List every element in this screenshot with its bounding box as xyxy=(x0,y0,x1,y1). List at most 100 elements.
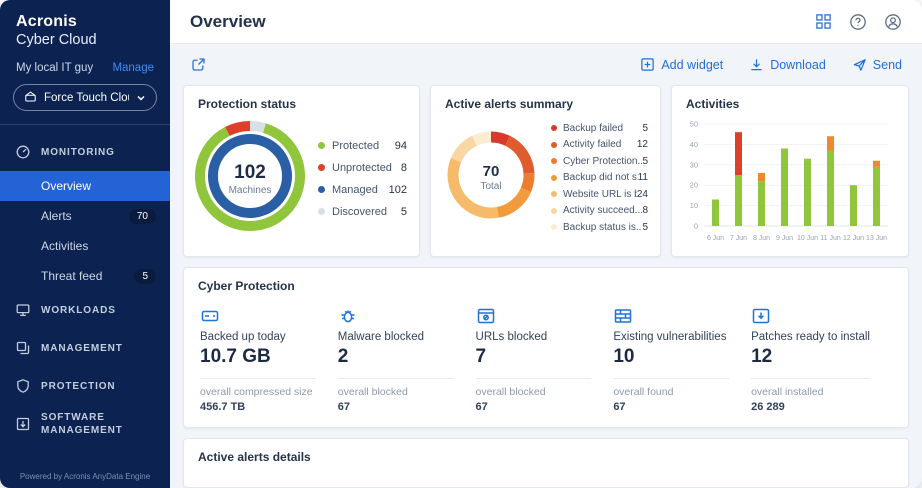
tenant-selector[interactable]: Force Touch Cloud xyxy=(13,84,157,111)
legend-item: Unprotected 8 xyxy=(318,157,407,179)
sidebar-item-threat-feed[interactable]: Threat feed 5 xyxy=(0,261,170,291)
sidebar-item-alerts[interactable]: Alerts 70 xyxy=(0,201,170,231)
legend-dot xyxy=(551,174,557,181)
sidebar-item-protection[interactable]: PROTECTION xyxy=(0,367,170,405)
active-alerts-details-widget: Active alerts details xyxy=(183,438,909,488)
legend-item: Backup did not s... 11 xyxy=(551,170,648,187)
apps-grid-icon[interactable] xyxy=(815,13,832,30)
nav-label: Alerts xyxy=(41,209,72,223)
manage-link[interactable]: Manage xyxy=(112,62,154,74)
vulnerability-icon xyxy=(613,302,729,326)
add-widget-button[interactable]: Add widget xyxy=(640,57,723,72)
svg-text:20: 20 xyxy=(690,181,698,190)
stat-urls-blocked: URLs blocked 7 overall blocked 67 xyxy=(475,302,614,413)
download-label: Download xyxy=(770,57,826,72)
download-button[interactable]: Download xyxy=(749,57,826,72)
protection-status-widget: Protection status 102 Machines Protected… xyxy=(183,85,420,257)
legend-dot xyxy=(318,186,325,193)
header-icons xyxy=(815,13,902,31)
help-icon[interactable] xyxy=(849,13,867,31)
legend-dot xyxy=(318,142,325,149)
app-window: Acronis Cyber Cloud My local IT guy Mana… xyxy=(0,0,922,488)
legend-dot xyxy=(551,141,557,148)
legend-dot xyxy=(551,158,557,165)
sidebar: Acronis Cyber Cloud My local IT guy Mana… xyxy=(0,0,170,488)
legend-item: Cyber Protection... 5 xyxy=(551,153,648,170)
svg-text:6 Jun: 6 Jun xyxy=(707,235,724,242)
svg-text:10 Jun: 10 Jun xyxy=(797,235,818,242)
tenant-icon xyxy=(24,90,37,106)
svg-text:0: 0 xyxy=(694,222,698,231)
software-management-icon xyxy=(15,416,31,432)
nav-label: MANAGEMENT xyxy=(41,342,123,354)
svg-text:40: 40 xyxy=(690,140,698,149)
url-blocked-icon xyxy=(476,302,592,326)
threat-feed-count-badge: 5 xyxy=(134,268,156,284)
stat-patches-ready: Patches ready to install 12 overall inst… xyxy=(751,302,892,413)
sidebar-item-management[interactable]: MANAGEMENT xyxy=(0,329,170,367)
activities-widget: Activities 0 10 20 30 40 50 6 Jun 7 Jun 8 Jun 9 J… xyxy=(671,85,909,257)
tenant-section: Force Touch Cloud xyxy=(0,76,170,125)
widget-title: Active alerts details xyxy=(198,450,311,464)
user-account-icon[interactable] xyxy=(884,13,902,31)
svg-text:11 Jun: 11 Jun xyxy=(820,235,841,242)
account-name: My local IT guy xyxy=(16,62,94,74)
add-widget-label: Add widget xyxy=(661,57,724,72)
account-row: My local IT guy Manage xyxy=(0,58,170,76)
widget-title: Protection status xyxy=(198,97,297,111)
sidebar-item-overview[interactable]: Overview xyxy=(0,171,170,201)
legend-item: Activity succeed... 8 xyxy=(551,203,648,220)
main-area: Overview Add widget Download Send Protec… xyxy=(170,0,922,488)
nav-label: PROTECTION xyxy=(41,380,116,392)
nav-label: WORKLOADS xyxy=(41,304,116,316)
active-alerts-summary-widget: Active alerts summary 70 Total Backup fa… xyxy=(430,85,661,257)
protection-status-donut-chart: 102 Machines xyxy=(192,118,308,239)
legend-item: Backup status is... 5 xyxy=(551,219,648,236)
nav-label: Overview xyxy=(41,179,92,193)
nav-label: Threat feed xyxy=(41,269,103,283)
sidebar-item-workloads[interactable]: WORKLOADS xyxy=(0,291,170,329)
chevron-down-icon xyxy=(136,93,146,103)
monitoring-icon xyxy=(15,144,31,160)
legend-item: Managed 102 xyxy=(318,179,407,201)
svg-text:30: 30 xyxy=(690,160,698,169)
protection-shield-icon xyxy=(15,378,31,394)
legend-dot xyxy=(318,164,325,171)
widget-row: Protection status 102 Machines Protected… xyxy=(183,85,909,257)
popout-icon[interactable] xyxy=(190,56,207,73)
sidebar-item-monitoring[interactable]: MONITORING xyxy=(0,133,170,171)
protection-status-legend: Protected 94 Unprotected 8 Managed 102 Disc… xyxy=(318,135,407,223)
management-icon xyxy=(15,340,31,356)
sidebar-item-software-management[interactable]: SOFTWARE MANAGEMENT xyxy=(0,405,170,443)
logo-line2: Cyber Cloud xyxy=(16,32,97,48)
sidebar-item-activities[interactable]: Activities xyxy=(0,231,170,261)
acronis-logo: Acronis Cyber Cloud xyxy=(0,0,170,58)
legend-item: Website URL is b...24 xyxy=(551,186,648,203)
backup-icon xyxy=(200,302,316,326)
sidebar-nav: MONITORING Overview Alerts 70 Activities… xyxy=(0,133,170,472)
legend-dot xyxy=(318,208,325,215)
legend-item: Discovered 5 xyxy=(318,201,407,223)
send-button[interactable]: Send xyxy=(852,57,902,72)
svg-text:50: 50 xyxy=(690,120,698,129)
tenant-name: Force Touch Cloud xyxy=(44,91,129,104)
legend-dot xyxy=(551,207,557,214)
legend-item: Protected 94 xyxy=(318,135,407,157)
stat-existing-vulnerabilities: Existing vulnerabilities 10 overall foun… xyxy=(613,302,751,413)
alerts-count-badge: 70 xyxy=(128,208,156,224)
page-header: Overview xyxy=(170,0,922,44)
svg-text:12 Jun: 12 Jun xyxy=(843,235,864,242)
legend-dot xyxy=(551,191,557,198)
workloads-icon xyxy=(15,302,31,318)
send-label: Send xyxy=(872,57,902,72)
svg-text:8 Jun: 8 Jun xyxy=(753,235,770,242)
logo-line1: Acronis xyxy=(16,13,77,30)
active-alerts-legend: Backup failed 5 Activity failed 12 Cyber P… xyxy=(551,120,648,236)
legend-item: Backup failed 5 xyxy=(551,120,648,137)
svg-text:7 Jun: 7 Jun xyxy=(730,235,747,242)
widget-title: Activities xyxy=(686,97,740,111)
toolbar-actions: Add widget Download Send xyxy=(640,57,902,72)
legend-item: Activity failed 12 xyxy=(551,137,648,154)
nav-label: Activities xyxy=(41,239,89,253)
powered-by-text: Powered by Acronis AnyData Engine xyxy=(19,472,151,481)
